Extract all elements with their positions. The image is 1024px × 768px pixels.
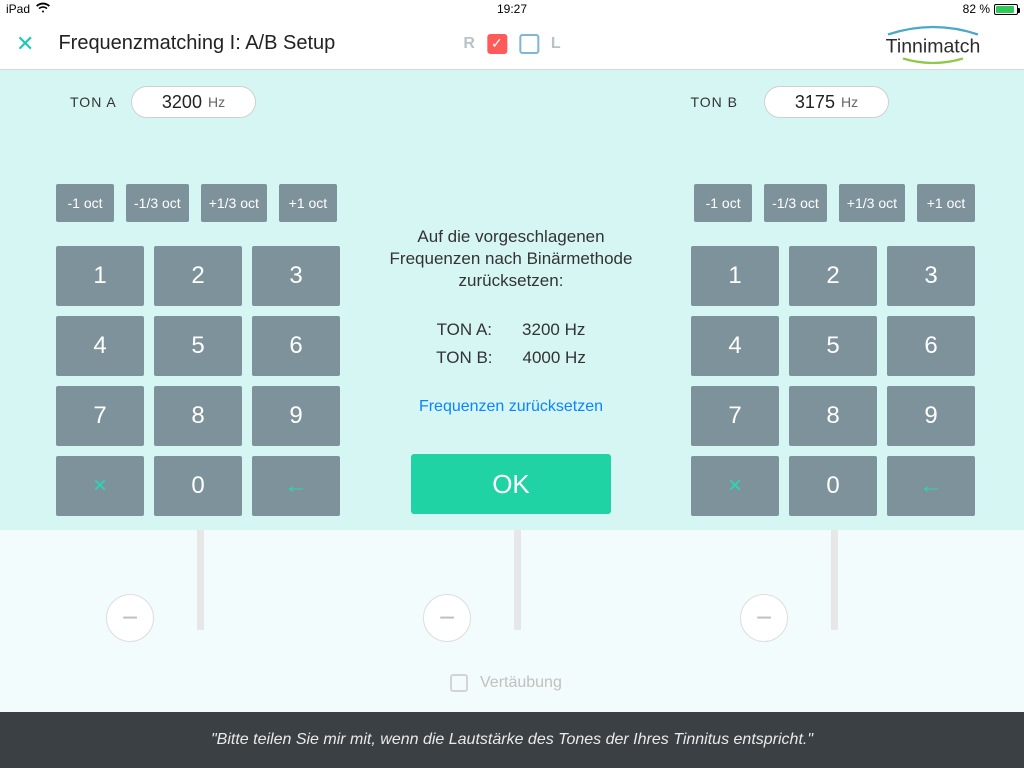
oct-row-a: -1 oct -1/3 oct +1/3 oct +1 oct [56, 184, 337, 222]
vertaubung-checkbox[interactable] [450, 674, 468, 692]
key-b-backspace[interactable]: ← [887, 456, 975, 516]
key-b-0[interactable]: 0 [789, 456, 877, 516]
key-b-4[interactable]: 4 [691, 316, 779, 376]
oct-a-minus1[interactable]: -1 oct [56, 184, 114, 222]
keypad-b: 1 2 3 4 5 6 7 8 9 × 0 ← [691, 246, 975, 516]
minus-button-b[interactable]: − [740, 594, 788, 642]
instruction-footer: "Bitte teilen Sie mir mit, wenn die Laut… [0, 712, 1024, 768]
oct-b-minus1[interactable]: -1 oct [694, 184, 752, 222]
instruction-text: "Bitte teilen Sie mir mit, wenn die Laut… [211, 731, 813, 749]
app-header: ✕ Frequenzmatching I: A/B Setup R ✓ L Ti… [0, 18, 1024, 70]
key-b-6[interactable]: 6 [887, 316, 975, 376]
oct-b-minus13[interactable]: -1/3 oct [764, 184, 827, 222]
key-a-4[interactable]: 4 [56, 316, 144, 376]
clock: 19:27 [497, 2, 527, 16]
tone-a-label: TON A [70, 94, 117, 110]
tone-a-value: 3200 [162, 92, 202, 113]
key-a-2[interactable]: 2 [154, 246, 242, 306]
volume-slider-track-b [831, 530, 838, 630]
oct-b-plus13[interactable]: +1/3 oct [839, 184, 905, 222]
key-a-0[interactable]: 0 [154, 456, 242, 516]
close-icon[interactable]: ✕ [16, 31, 34, 57]
minus-button-mask[interactable]: − [423, 594, 471, 642]
keypad-a: 1 2 3 4 5 6 7 8 9 × 0 ← [56, 246, 340, 516]
key-b-3[interactable]: 3 [887, 246, 975, 306]
key-a-6[interactable]: 6 [252, 316, 340, 376]
oct-a-plus1[interactable]: +1 oct [279, 184, 337, 222]
key-b-2[interactable]: 2 [789, 246, 877, 306]
reset-message: Auf die vorgeschlagenen Frequenzen nach … [375, 226, 647, 292]
ear-select: R ✓ L [463, 34, 560, 54]
ok-button[interactable]: OK [411, 454, 611, 514]
tone-b-unit: Hz [841, 94, 858, 110]
key-a-8[interactable]: 8 [154, 386, 242, 446]
oct-b-plus1[interactable]: +1 oct [917, 184, 975, 222]
reset-ton-b-label: TON B: [436, 348, 492, 368]
reset-ton-a-label: TON A: [437, 320, 492, 340]
tinnimatch-logo-icon: Tinnimatch [858, 24, 1008, 66]
battery-percent: 82 % [963, 2, 990, 16]
volume-slider-track-mask [514, 530, 521, 630]
key-a-3[interactable]: 3 [252, 246, 340, 306]
key-a-1[interactable]: 1 [56, 246, 144, 306]
vertaubung-row: Vertäubung [450, 674, 562, 692]
page-title: Frequenzmatching I: A/B Setup [58, 32, 335, 55]
tone-a-unit: Hz [208, 94, 225, 110]
key-a-7[interactable]: 7 [56, 386, 144, 446]
key-a-9[interactable]: 9 [252, 386, 340, 446]
reset-panel: Auf die vorgeschlagenen Frequenzen nach … [375, 226, 647, 416]
checkbox-right-ear[interactable]: ✓ [487, 34, 507, 54]
label-l: L [551, 35, 561, 53]
oct-row-b: -1 oct -1/3 oct +1/3 oct +1 oct [694, 184, 975, 222]
checkbox-left-ear[interactable] [519, 34, 539, 54]
battery-icon [994, 4, 1018, 15]
reset-ton-a-value: 3200 Hz [522, 320, 585, 340]
key-b-9[interactable]: 9 [887, 386, 975, 446]
oct-a-minus13[interactable]: -1/3 oct [126, 184, 189, 222]
minus-button-a[interactable]: − [106, 594, 154, 642]
oct-a-plus13[interactable]: +1/3 oct [201, 184, 267, 222]
lower-dimmed: − − − Vertäubung [0, 530, 1024, 712]
vertaubung-label: Vertäubung [480, 674, 562, 692]
reset-ton-b-value: 4000 Hz [523, 348, 586, 368]
key-b-1[interactable]: 1 [691, 246, 779, 306]
tone-b-value: 3175 [795, 92, 835, 113]
tone-b-label: TON B [690, 94, 738, 110]
key-a-backspace[interactable]: ← [252, 456, 340, 516]
tone-a-display[interactable]: 3200 Hz [131, 86, 256, 118]
status-bar: iPad 19:27 82 % [0, 0, 1024, 18]
tone-b-display[interactable]: 3175 Hz [764, 86, 889, 118]
key-b-clear[interactable]: × [691, 456, 779, 516]
svg-text:Tinnimatch: Tinnimatch [886, 36, 981, 58]
key-a-clear[interactable]: × [56, 456, 144, 516]
volume-slider-track-a [197, 530, 204, 630]
key-b-7[interactable]: 7 [691, 386, 779, 446]
key-a-5[interactable]: 5 [154, 316, 242, 376]
wifi-icon [36, 2, 50, 16]
device-name: iPad [6, 2, 30, 16]
reset-frequencies-link[interactable]: Frequenzen zurücksetzen [375, 398, 647, 416]
key-b-5[interactable]: 5 [789, 316, 877, 376]
label-r: R [463, 35, 475, 53]
key-b-8[interactable]: 8 [789, 386, 877, 446]
brand-logo: Tinnimatch [858, 24, 1008, 71]
